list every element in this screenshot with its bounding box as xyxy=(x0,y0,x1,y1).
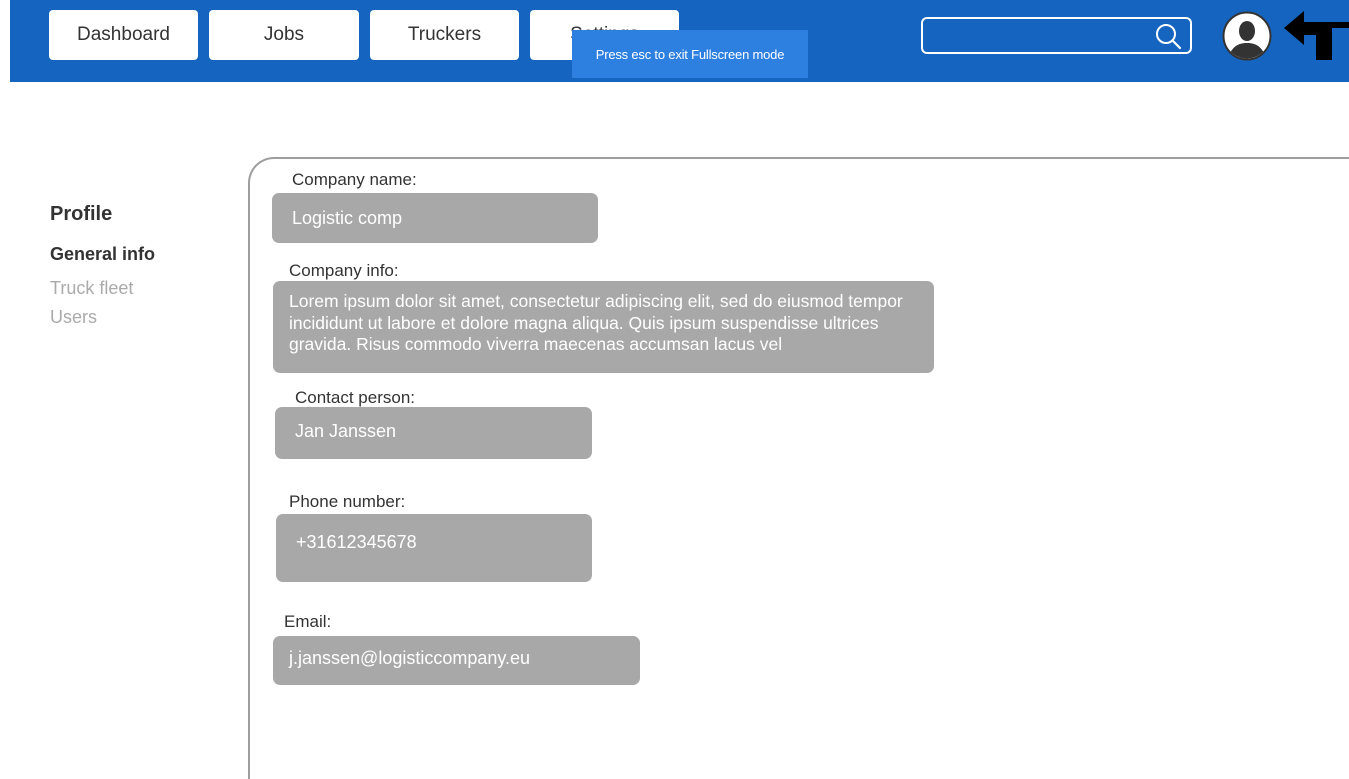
sidebar-item-general-info[interactable]: General info xyxy=(50,244,155,265)
email-field[interactable]: j.janssen@logisticcompany.eu xyxy=(273,636,640,685)
sidebar-item-truck-fleet[interactable]: Truck fleet xyxy=(50,278,133,299)
contact-person-label: Contact person: xyxy=(295,388,416,407)
general-info-panel xyxy=(248,157,1349,779)
nav-dashboard-button[interactable]: Dashboard xyxy=(49,10,198,60)
exit-arrow-icon[interactable] xyxy=(1284,8,1349,62)
sidebar-item-users[interactable]: Users xyxy=(50,307,97,328)
nav-truckers-button[interactable]: Truckers xyxy=(370,10,519,60)
company-name-field[interactable]: Logistic comp xyxy=(272,193,598,243)
fullscreen-notice-toast: Press esc to exit Fullscreen mode xyxy=(572,30,808,78)
company-info-textarea[interactable]: Lorem ipsum dolor sit amet, consectetur … xyxy=(273,281,934,373)
search-icon[interactable] xyxy=(1154,22,1182,50)
nav-jobs-button[interactable]: Jobs xyxy=(209,10,359,60)
phone-number-label: Phone number: xyxy=(289,492,406,511)
email-label: Email: xyxy=(284,612,332,631)
company-name-label: Company name: xyxy=(292,170,417,189)
contact-person-field[interactable]: Jan Janssen xyxy=(275,407,592,459)
sidebar-title: Profile xyxy=(50,203,113,225)
company-info-label: Company info: xyxy=(289,261,399,280)
phone-number-field[interactable]: +31612345678 xyxy=(276,514,592,582)
user-avatar-icon[interactable] xyxy=(1222,11,1272,61)
search-input[interactable] xyxy=(921,17,1192,54)
